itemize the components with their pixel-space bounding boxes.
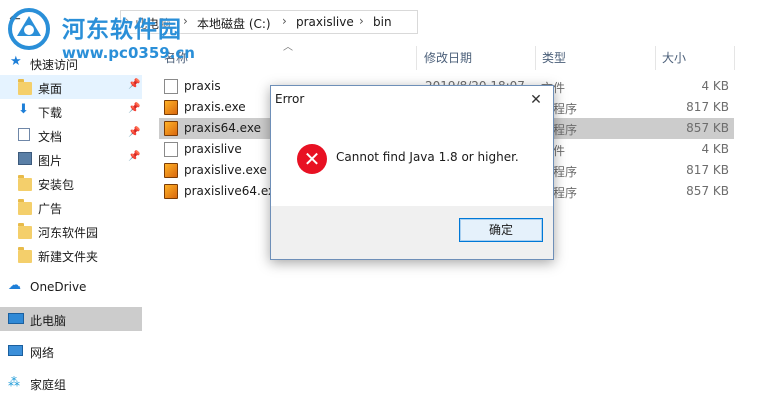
network-icon — [8, 345, 23, 356]
sidebar-item-label: 下载 — [38, 106, 63, 120]
sidebar-item-label: OneDrive — [30, 280, 87, 294]
download-icon: ⬇ — [18, 102, 29, 117]
sidebar-item-label: 文档 — [38, 130, 63, 144]
file-size: 857 KB — [686, 184, 729, 198]
error-icon: ✕ — [297, 144, 327, 174]
sidebar-item-installers[interactable]: 安装包 — [0, 171, 142, 195]
sidebar-item-label: 网络 — [30, 346, 55, 360]
file-name: praxis.exe — [184, 100, 246, 114]
folder-icon — [18, 223, 32, 239]
error-message: Cannot find Java 1.8 or higher. — [336, 150, 519, 164]
sidebar-item-onedrive[interactable]: ☁ OneDrive — [0, 275, 142, 299]
sidebar-item-label: 图片 — [38, 154, 63, 168]
file-name: praxislive.exe — [184, 163, 267, 177]
exe-icon — [164, 100, 178, 115]
exe-icon — [164, 184, 178, 199]
sidebar-item-new-folder[interactable]: 新建文件夹 — [0, 243, 142, 267]
breadcrumb-item-local-disk[interactable]: 本地磁盘 (C:) — [197, 15, 271, 32]
chevron-right-icon: › — [282, 14, 287, 28]
watermark-logo — [8, 8, 50, 50]
pin-icon[interactable]: 📌 — [128, 151, 140, 162]
folder-icon — [18, 79, 32, 95]
error-dialog: Error ✕ ✕ Cannot find Java 1.8 or higher… — [270, 85, 554, 260]
file-size: 857 KB — [686, 121, 729, 135]
column-divider[interactable] — [535, 46, 536, 70]
document-icon — [18, 128, 30, 141]
sidebar-item-label: 新建文件夹 — [38, 250, 99, 264]
folder-icon — [18, 247, 32, 263]
pin-icon[interactable]: 📌 — [128, 79, 140, 90]
pin-icon[interactable]: 📌 — [128, 127, 140, 138]
file-size: 817 KB — [686, 163, 729, 177]
sidebar-item-hedong[interactable]: 河东软件园 — [0, 219, 142, 243]
file-size: 4 KB — [701, 79, 729, 93]
chevron-right-icon: › — [183, 14, 188, 28]
column-divider[interactable] — [416, 46, 417, 70]
column-header-type[interactable]: 类型 — [542, 49, 566, 73]
file-icon — [164, 79, 178, 94]
file-icon — [164, 142, 178, 157]
image-icon — [18, 152, 32, 165]
file-name: praxis64.exe — [184, 121, 261, 135]
sidebar-item-downloads[interactable]: ⬇ 下载 📌 — [0, 99, 142, 123]
sidebar-item-desktop[interactable]: 桌面 📌 — [0, 75, 142, 99]
dialog-body: ✕ Cannot find Java 1.8 or higher. — [271, 114, 553, 206]
exe-icon — [164, 121, 178, 136]
watermark-title: 河东软件园 — [62, 17, 182, 43]
homegroup-icon: ⁂ — [8, 375, 20, 389]
star-icon: ★ — [10, 54, 22, 69]
file-name: praxis — [184, 79, 221, 93]
column-divider[interactable] — [734, 46, 735, 70]
computer-icon — [8, 313, 24, 324]
sidebar-item-pictures[interactable]: 图片 📌 — [0, 147, 142, 171]
exe-icon — [164, 163, 178, 178]
sidebar-item-documents[interactable]: 文档 📌 — [0, 123, 142, 147]
sidebar-item-label: 广告 — [38, 202, 63, 216]
close-icon[interactable]: ✕ — [519, 86, 553, 114]
folder-icon — [18, 175, 32, 191]
file-size: 4 KB — [701, 142, 729, 156]
file-name: praxislive64.exe — [184, 184, 283, 198]
sidebar-item-homegroup[interactable]: ⁂ 家庭组 — [0, 371, 142, 395]
sidebar-item-label: 家庭组 — [30, 378, 67, 392]
navigation-pane: ★ 快速访问 桌面 📌 ⬇ 下载 📌 文档 📌 图片 📌 安装包 广告 河东软件… — [0, 42, 142, 405]
sort-ascending-icon: ︿ — [283, 42, 293, 53]
sidebar-item-label: 河东软件园 — [38, 226, 99, 240]
dialog-footer: 确定 — [271, 206, 553, 259]
sidebar-item-label: 此电脑 — [30, 314, 67, 328]
ok-button[interactable]: 确定 — [459, 218, 543, 242]
breadcrumb-item-bin[interactable]: bin — [373, 15, 392, 29]
sidebar-item-network[interactable]: 网络 — [0, 339, 142, 363]
chevron-right-icon: › — [359, 14, 364, 28]
sidebar-item-this-pc[interactable]: 此电脑 — [0, 307, 142, 331]
column-header-date[interactable]: 修改日期 — [424, 49, 472, 73]
column-divider[interactable] — [655, 46, 656, 70]
watermark-url: www.pc0359.cn — [62, 44, 195, 62]
dialog-title: Error — [275, 92, 305, 106]
cloud-icon: ☁ — [8, 278, 21, 293]
folder-icon — [18, 199, 32, 215]
column-header-size[interactable]: 大小 — [662, 49, 686, 73]
sidebar-item-label: 桌面 — [38, 82, 63, 96]
sidebar-item-ads[interactable]: 广告 — [0, 195, 142, 219]
pin-icon[interactable]: 📌 — [128, 103, 140, 114]
breadcrumb-item-praxislive[interactable]: praxislive — [296, 15, 354, 29]
file-name: praxislive — [184, 142, 242, 156]
sidebar-item-label: 安装包 — [38, 178, 75, 192]
file-size: 817 KB — [686, 100, 729, 114]
